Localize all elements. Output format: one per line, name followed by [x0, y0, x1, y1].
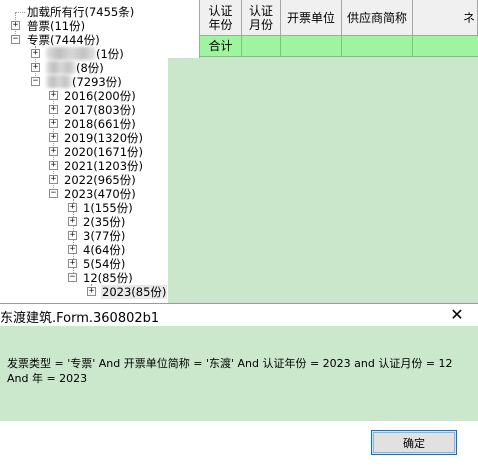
tree-node-company-b[interactable]: + (8份) [0, 61, 168, 75]
tree-node-label: 专票(7444份) [27, 33, 100, 47]
tree-node-month-2[interactable]: + 2(35份) [0, 215, 168, 229]
tree-node-label: (8份) [76, 61, 104, 75]
col-header-issuer[interactable]: 开票单位 [281, 0, 342, 36]
expand-icon[interactable]: + [49, 119, 58, 128]
tree-node-year-2021[interactable]: + 2021(1203份) [0, 159, 168, 173]
dialog-title: 东渡建筑.Form.360802b1 [0, 311, 160, 326]
ok-button[interactable]: 确定 [371, 430, 457, 455]
total-row-cell [342, 36, 413, 57]
tree-node-label: 12(85份) [83, 271, 133, 285]
tree-node-label: 2019(1320份) [64, 131, 144, 145]
tree-node-label: 2018(661份) [64, 117, 136, 131]
tree-node-month-1[interactable]: + 1(155份) [0, 201, 168, 215]
tree-node-year-2023[interactable]: − 2023(470份) [0, 187, 168, 201]
expand-icon[interactable]: + [49, 133, 58, 142]
dialog-message-line: 发票类型 = '专票' And 开票单位简称 = '东渡' And 认证年份 =… [7, 357, 453, 370]
col-header-cert-month[interactable]: 认证 月份 [242, 0, 281, 36]
tree-node-special-invoice[interactable]: − 专票(7444份) [0, 33, 168, 47]
message-dialog: 东渡建筑.Form.360802b1 ✕ 发票类型 = '专票' And 开票单… [0, 303, 478, 470]
tree-node-company-c[interactable]: − (7293份) [0, 75, 168, 89]
total-row-cell [281, 36, 342, 57]
expand-icon[interactable]: + [68, 203, 77, 212]
col-header-cert-year[interactable]: 认证 年份 [200, 0, 242, 36]
tree-node-month-12[interactable]: − 12(85份) [0, 271, 168, 285]
collapse-icon[interactable]: − [31, 77, 40, 86]
tree-node-month-5[interactable]: + 5(54份) [0, 257, 168, 271]
dialog-title-bar[interactable]: 东渡建筑.Form.360802b1 ✕ [0, 304, 478, 326]
tree-node-label: (7293份) [72, 75, 122, 89]
tree-node-label: 4(64份) [83, 243, 126, 257]
expand-icon[interactable]: + [68, 245, 77, 254]
tree-node-year-2020[interactable]: + 2020(1671份) [0, 145, 168, 159]
expand-icon[interactable]: + [49, 91, 58, 100]
close-icon[interactable]: ✕ [442, 305, 472, 325]
tree-node-month-3[interactable]: + 3(77份) [0, 229, 168, 243]
tree-node-month-4[interactable]: + 4(64份) [0, 243, 168, 257]
tree-node-label: 2023(470份) [64, 187, 136, 201]
tree-node-label: 2(35份) [83, 215, 126, 229]
tree-node-label: 3(77份) [83, 229, 126, 243]
tree-node-year-2019[interactable]: + 2019(1320份) [0, 131, 168, 145]
collapse-icon[interactable]: − [68, 273, 77, 282]
data-grid[interactable]: 认证 年份 认证 月份 开票单位 供应商简称 ネ 合计 [168, 0, 478, 305]
tree-node-year-2023-sub[interactable]: + 2023(85份) [0, 285, 168, 299]
tree-node-label: 2016(200份) [64, 89, 136, 103]
tree-node-label: 2021(1203份) [64, 159, 144, 173]
expand-icon[interactable]: + [31, 63, 40, 72]
total-cell: 合计 [200, 36, 242, 57]
tree-node-year-2016[interactable]: + 2016(200份) [0, 89, 168, 103]
expand-icon[interactable]: + [68, 259, 77, 268]
tree-node-label: (1份) [96, 47, 124, 61]
redacted-name [46, 75, 72, 88]
tree-node-year-2018[interactable]: + 2018(661份) [0, 117, 168, 131]
tree-node-label: 1(155份) [83, 201, 133, 215]
total-row-cell [413, 36, 478, 57]
expand-icon[interactable]: + [68, 217, 77, 226]
tree-panel[interactable]: 加载所有行(7455条) + 普票(11份) − 专票(7444份) + (1份… [0, 0, 169, 305]
tree-node-label: 加载所有行(7455条) [27, 5, 135, 19]
col-header-supplier-short[interactable]: 供应商简称 [342, 0, 413, 36]
dialog-message: 发票类型 = '专票' And 开票单位简称 = '东渡' And 认证年份 =… [7, 356, 462, 386]
collapse-icon[interactable]: − [49, 189, 58, 198]
tree-node-year-2017[interactable]: + 2017(803份) [0, 103, 168, 117]
tree-node-regular-invoice[interactable]: + 普票(11份) [0, 19, 168, 33]
expand-icon[interactable]: + [68, 231, 77, 240]
row-header-column [168, 0, 200, 58]
tree-node-load-all[interactable]: 加载所有行(7455条) [0, 5, 168, 19]
tree-node-label: 5(54份) [83, 257, 126, 271]
collapse-icon[interactable]: − [11, 35, 20, 44]
tree-node-label: 2017(803份) [64, 103, 136, 117]
tree-node-label: 2020(1671份) [64, 145, 144, 159]
redacted-name [46, 47, 96, 60]
expand-icon[interactable]: + [87, 287, 96, 296]
total-row-cell [242, 36, 281, 57]
tree-node-label-selected: 2023(85份) [101, 285, 168, 299]
expand-icon[interactable]: + [49, 105, 58, 114]
dialog-content: 发票类型 = '专票' And 开票单位简称 = '东渡' And 认证年份 =… [0, 326, 478, 421]
tree-node-company-a[interactable]: + (1份) [0, 47, 168, 61]
redacted-name [46, 61, 76, 74]
tree-node-label: 普票(11份) [27, 19, 86, 33]
dialog-message-line: And 年 = 2023 [7, 372, 88, 385]
expand-icon[interactable]: + [11, 21, 20, 30]
col-header-next[interactable]: ネ [413, 0, 478, 36]
tree-node-label: 2022(965份) [64, 173, 136, 187]
tree-node-year-2022[interactable]: + 2022(965份) [0, 173, 168, 187]
expand-icon[interactable]: + [49, 161, 58, 170]
expand-icon[interactable]: + [31, 49, 40, 58]
expand-icon[interactable]: + [49, 175, 58, 184]
expand-icon[interactable]: + [49, 147, 58, 156]
